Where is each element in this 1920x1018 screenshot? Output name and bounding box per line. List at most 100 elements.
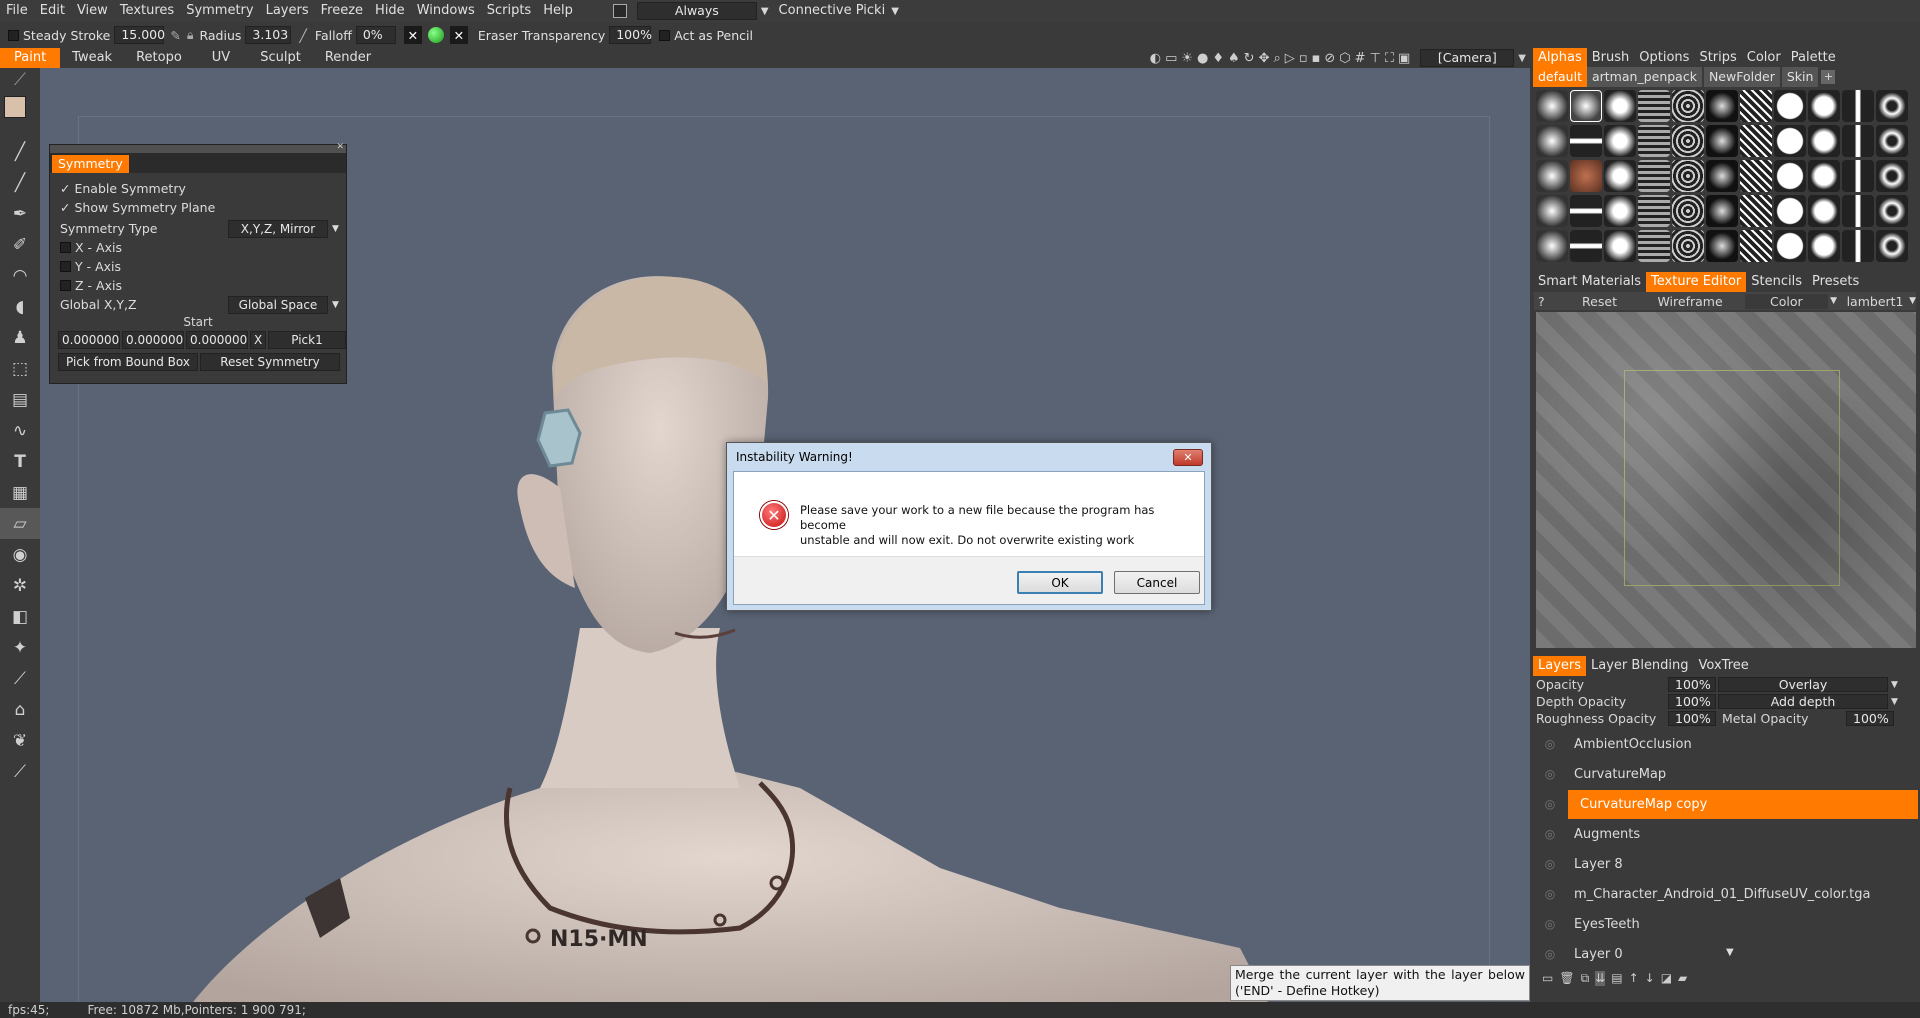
panel-drag-handle[interactable]: ✕ xyxy=(50,142,346,153)
tab-smart-materials[interactable]: Smart Materials xyxy=(1533,272,1646,292)
gear-icon[interactable]: ✲ xyxy=(0,570,40,601)
depth-mode-dropdown[interactable]: Add depth xyxy=(1718,694,1888,709)
layer-name[interactable]: Layer 8 xyxy=(1574,857,1623,872)
alpha-thumbnail[interactable] xyxy=(1638,230,1670,262)
menu-edit[interactable]: Edit xyxy=(34,0,71,22)
alpha-thumbnail[interactable] xyxy=(1604,160,1636,192)
alpha-thumbnail[interactable] xyxy=(1740,125,1772,157)
eye-icon[interactable]: ◎ xyxy=(1538,857,1562,871)
fill-icon[interactable]: ◠ xyxy=(0,260,40,291)
pick-button[interactable]: Pick1 xyxy=(268,331,346,349)
tab-texture-editor[interactable]: Texture Editor xyxy=(1646,272,1747,292)
layer-name[interactable]: Augments xyxy=(1574,827,1640,842)
layer-row[interactable]: ◎ m_Character_Android_01_DiffuseUV_color.… xyxy=(1530,879,1920,909)
z-axis-checkbox[interactable] xyxy=(60,280,71,291)
alpha-thumbnail[interactable] xyxy=(1876,90,1908,122)
all-icon[interactable]: ▫ xyxy=(1299,51,1308,66)
blend-mode-dropdown[interactable]: Overlay xyxy=(1718,677,1888,692)
document-icon[interactable]: ▦ xyxy=(0,477,40,508)
show-plane-row[interactable]: ✓ Show Symmetry Plane xyxy=(50,198,346,217)
eraser-icon[interactable]: ▱ xyxy=(0,508,40,539)
eye-icon[interactable]: ◎ xyxy=(1538,947,1562,961)
menu-help[interactable]: Help xyxy=(537,0,579,22)
alpha-thumbnail[interactable] xyxy=(1808,160,1840,192)
alpha-thumbnail[interactable] xyxy=(1706,90,1738,122)
alpha-thumbnail[interactable] xyxy=(1808,90,1840,122)
green-sphere-icon[interactable] xyxy=(427,27,444,43)
tab-layers[interactable]: Layers xyxy=(1533,656,1587,676)
menu-scripts[interactable]: Scripts xyxy=(481,0,537,22)
alpha-thumbnail[interactable] xyxy=(1672,125,1704,157)
opacity-field[interactable]: 100% xyxy=(1668,677,1716,692)
alpha-thumbnail[interactable] xyxy=(1808,125,1840,157)
y-axis-checkbox[interactable] xyxy=(60,261,71,272)
color-dropdown[interactable]: Color xyxy=(1744,293,1829,309)
alpha-thumbnail[interactable] xyxy=(1774,160,1806,192)
alpha-thumbnail[interactable] xyxy=(1842,230,1874,262)
alpha-thumbnail[interactable] xyxy=(1842,125,1874,157)
connective-picking-dropdown[interactable]: Connective Picki xyxy=(773,0,892,22)
airbrush-icon[interactable]: ✒ xyxy=(0,198,40,229)
tab-sculpt[interactable]: Sculpt xyxy=(248,48,313,68)
folder-skin[interactable]: Skin xyxy=(1781,67,1819,87)
layer-row[interactable]: ◎ AmbientOcclusion xyxy=(1530,729,1920,759)
menu-view[interactable]: View xyxy=(71,0,114,22)
alpha-thumbnail[interactable] xyxy=(1808,195,1840,227)
alpha-thumbnail[interactable] xyxy=(1740,230,1772,262)
frame-icon[interactable]: ⛶ xyxy=(1385,51,1394,66)
lamp-icon[interactable]: ♠ xyxy=(1228,51,1240,66)
move-down-icon[interactable]: ↓ xyxy=(1645,971,1655,986)
image-icon[interactable]: ▭ xyxy=(1165,51,1177,66)
close-icon[interactable]: ✕ xyxy=(336,142,344,152)
eye-icon[interactable]: ◎ xyxy=(1538,737,1562,751)
alpha-thumbnail[interactable] xyxy=(1570,230,1602,262)
sphere-icon[interactable]: ● xyxy=(1197,51,1208,66)
tab-retopo[interactable]: Retopo xyxy=(124,48,194,68)
menu-symmetry[interactable]: Symmetry xyxy=(180,0,259,22)
act-as-pencil-checkbox[interactable] xyxy=(659,29,671,41)
alpha-thumbnail[interactable] xyxy=(1570,90,1602,122)
cube-icon[interactable]: ⬡ xyxy=(1339,51,1350,66)
start-z-field[interactable]: 0.000000 xyxy=(186,331,248,349)
primary-color[interactable] xyxy=(4,96,26,118)
folder-default[interactable]: default xyxy=(1533,67,1587,87)
alpha-thumbnail[interactable] xyxy=(1842,195,1874,227)
add-folder-icon[interactable]: + xyxy=(1821,70,1836,84)
menu-freeze[interactable]: Freeze xyxy=(315,0,369,22)
layer-name[interactable]: m_Character_Android_01_DiffuseUV_color.t… xyxy=(1574,887,1870,902)
pipette-icon[interactable]: ⟋ xyxy=(0,663,40,694)
mask-icon[interactable]: ◪ xyxy=(1661,971,1672,986)
tab-paint[interactable]: Paint xyxy=(0,48,61,68)
layer-name[interactable]: CurvatureMap xyxy=(1574,767,1666,782)
alpha-thumbnail[interactable] xyxy=(1774,90,1806,122)
curve-icon[interactable]: ∿ xyxy=(0,415,40,446)
ruler-icon[interactable]: ⟋ xyxy=(0,756,40,787)
eye-icon[interactable]: ◎ xyxy=(1538,797,1562,811)
alpha-thumbnail[interactable] xyxy=(1706,160,1738,192)
butterfly-icon[interactable]: ❦ xyxy=(0,725,40,756)
alpha-thumbnail[interactable] xyxy=(1536,90,1568,122)
alpha-thumbnail[interactable] xyxy=(1638,125,1670,157)
symmetry-type-dropdown[interactable]: X,Y,Z, Mirror xyxy=(228,219,328,238)
menu-layers[interactable]: Layers xyxy=(260,0,315,22)
merge-visible-icon[interactable]: ▤ xyxy=(1611,971,1622,986)
folder-icon[interactable]: ▰ xyxy=(1678,971,1687,986)
layer-name[interactable]: Layer 0 xyxy=(1574,947,1623,962)
alpha-thumbnail[interactable] xyxy=(1876,160,1908,192)
ok-button[interactable]: OK xyxy=(1017,571,1103,594)
new-layer-icon[interactable]: ▭ xyxy=(1542,971,1553,986)
radius-field[interactable]: 3.103 xyxy=(245,26,292,44)
screen-icon[interactable]: ▣ xyxy=(1398,51,1410,66)
clear-start-button[interactable]: X xyxy=(250,331,266,349)
alpha-thumbnail[interactable] xyxy=(1842,160,1874,192)
close-icon[interactable]: ✕ xyxy=(1173,449,1203,466)
alpha-thumbnail[interactable] xyxy=(1740,90,1772,122)
smudge-icon[interactable]: ✐ xyxy=(0,229,40,260)
layer-row[interactable]: ◎ Layer 8 xyxy=(1530,849,1920,879)
x-axis-checkbox[interactable] xyxy=(60,242,71,253)
move-icon[interactable]: ✥ xyxy=(1259,51,1270,66)
layer-name[interactable]: CurvatureMap copy xyxy=(1568,789,1918,819)
line-icon[interactable]: ╱ xyxy=(0,167,40,198)
alpha-thumbnail[interactable] xyxy=(1842,90,1874,122)
lock-icon[interactable]: 🔒︎ xyxy=(187,27,194,43)
